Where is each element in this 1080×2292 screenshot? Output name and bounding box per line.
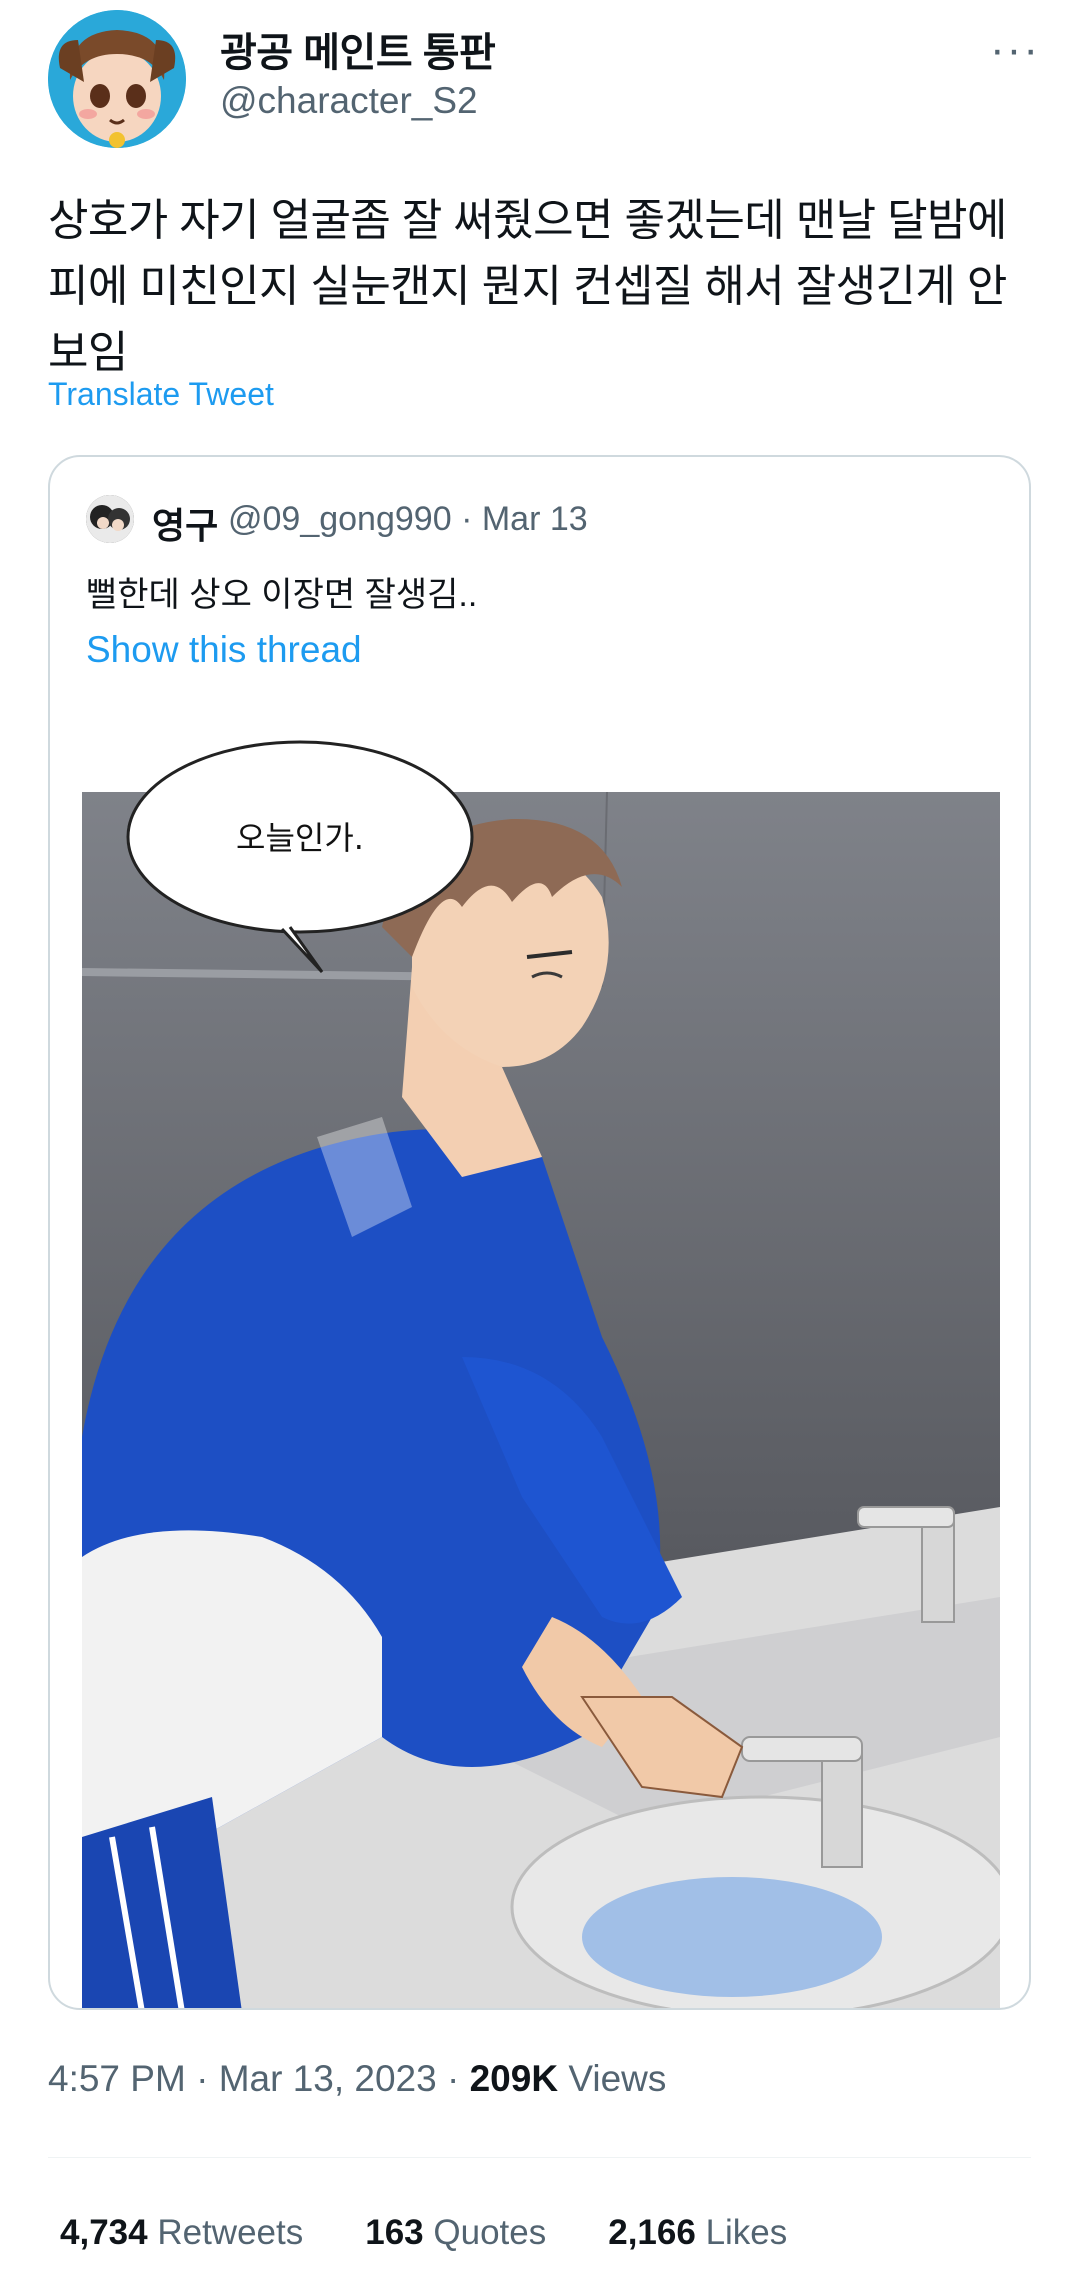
retweets-count: 4,734	[60, 2213, 148, 2252]
tweet-meta: 4:57 PM · Mar 13, 2023 · 209K Views	[48, 2058, 666, 2100]
show-thread-link[interactable]: Show this thread	[86, 629, 362, 671]
avatar-illustration-icon	[48, 10, 186, 148]
author-name[interactable]: 광공 메인트 통판	[220, 20, 496, 78]
author-avatar[interactable]	[48, 10, 186, 148]
views-label: Views	[568, 2058, 667, 2099]
quotes-count: 163	[365, 2213, 424, 2252]
separator: ·	[447, 2058, 460, 2099]
engagement-stats: 4,734 Retweets 163 Quotes 2,166 Likes	[60, 2213, 787, 2253]
divider	[48, 2157, 1031, 2158]
views-count: 209K	[469, 2058, 559, 2099]
quoted-tweet-image[interactable]: 오늘인가.	[82, 737, 1000, 2008]
speech-bubble-text: 오늘인가.	[236, 819, 364, 857]
avatar-illustration-icon	[86, 495, 134, 543]
webtoon-illustration: 오늘인가.	[82, 737, 1000, 2008]
retweets-stat[interactable]: 4,734 Retweets	[60, 2213, 303, 2253]
separator: ·	[461, 500, 473, 538]
likes-label: Likes	[705, 2213, 788, 2252]
quotes-label: Quotes	[433, 2213, 547, 2252]
tweet-date[interactable]: Mar 13, 2023	[219, 2058, 437, 2099]
quoted-author-handle: @09_gong990	[228, 500, 452, 538]
quoted-tweet-card[interactable]: 영구 @09_gong990 · Mar 13 뻘한데 상오 이장면 잘생김..…	[48, 455, 1031, 2010]
quoted-date: Mar 13	[481, 500, 588, 538]
more-options-icon[interactable]: ···	[990, 28, 1040, 72]
retweets-label: Retweets	[157, 2213, 304, 2252]
tweet-time[interactable]: 4:57 PM	[48, 2058, 186, 2099]
quoted-author-meta: @09_gong990 · Mar 13	[228, 500, 588, 539]
translate-tweet-link[interactable]: Translate Tweet	[48, 376, 274, 413]
quoted-author-avatar	[86, 495, 134, 543]
tweet-text: 상호가 자기 얼굴좀 잘 써줬으면 좋겠는데 맨날 달밤에 피에 미친인지 실눈…	[48, 196, 1007, 377]
author-handle[interactable]: @character_S2	[220, 80, 478, 122]
quotes-stat[interactable]: 163 Quotes	[365, 2213, 546, 2253]
likes-stat[interactable]: 2,166 Likes	[608, 2213, 787, 2253]
quoted-tweet-text: 뻘한데 상오 이장면 잘생김..	[86, 576, 478, 614]
quoted-author-name: 영구	[152, 505, 219, 546]
separator: ·	[196, 2058, 209, 2099]
likes-count: 2,166	[608, 2213, 696, 2252]
